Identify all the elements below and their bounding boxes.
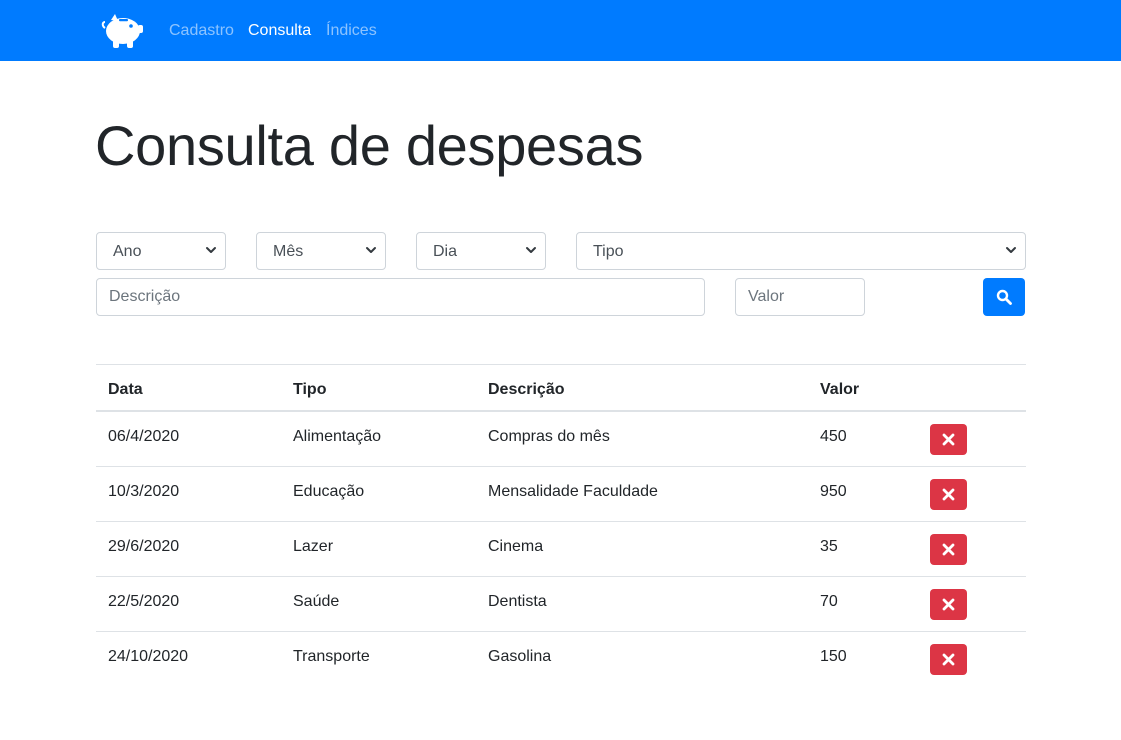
delete-button[interactable] [930,424,967,455]
header-tipo: Tipo [293,381,327,398]
times-icon [942,598,955,611]
chevron-down-icon [366,247,376,253]
page-title: Consulta de despesas [95,114,644,177]
cell-tipo: Alimentação [293,428,382,445]
times-icon [942,543,955,556]
navbar: Cadastro Consulta Índices [0,0,1121,61]
chevron-down-icon [206,247,216,253]
delete-button[interactable] [930,644,967,675]
valor-input[interactable] [735,278,865,316]
cell-descricao: Compras do mês [488,428,610,445]
cell-descricao: Dentista [488,593,547,610]
times-icon [942,433,955,446]
cell-valor: 70 [820,593,838,610]
header-descricao: Descrição [488,381,565,398]
nav-link-indices[interactable]: Índices [326,21,377,41]
cell-valor: 950 [820,483,847,500]
table-row: 10/3/2020 Educação Mensalidade Faculdade… [96,467,1026,522]
chevron-down-icon [526,247,536,253]
cell-tipo: Educação [293,483,365,500]
piggy-bank-icon[interactable] [101,11,145,49]
table-header: Data Tipo Descrição Valor [96,364,1026,412]
cell-data: 06/4/2020 [108,428,180,445]
nav-link-cadastro[interactable]: Cadastro [169,21,234,41]
cell-data: 24/10/2020 [108,648,189,665]
chevron-down-icon [1006,247,1016,253]
cell-descricao: Mensalidade Faculdade [488,483,658,500]
cell-descricao: Gasolina [488,648,552,665]
table-row: 22/5/2020 Saúde Dentista 70 [96,577,1026,632]
cell-valor: 35 [820,538,838,555]
tipo-select[interactable]: Tipo [576,232,1026,270]
ano-select-value: Ano [113,243,142,260]
descricao-input[interactable] [96,278,705,316]
expenses-table: Data Tipo Descrição Valor 06/4/2020 Alim… [96,364,1026,687]
table-row: 06/4/2020 Alimentação Compras do mês 450 [96,412,1026,467]
search-button[interactable] [983,278,1025,316]
cell-descricao: Cinema [488,538,544,555]
cell-tipo: Transporte [293,648,370,665]
delete-button[interactable] [930,534,967,565]
delete-button[interactable] [930,479,967,510]
mes-select-value: Mês [273,243,304,260]
cell-data: 29/6/2020 [108,538,180,555]
delete-button[interactable] [930,589,967,620]
cell-tipo: Saúde [293,593,340,610]
cell-data: 10/3/2020 [108,483,180,500]
dia-select-value: Dia [433,243,458,260]
tipo-select-value: Tipo [593,243,624,260]
mes-select[interactable]: Mês [256,232,386,270]
ano-select[interactable]: Ano [96,232,226,270]
cell-data: 22/5/2020 [108,593,180,610]
search-icon [996,289,1012,305]
table-row: 29/6/2020 Lazer Cinema 35 [96,522,1026,577]
cell-valor: 450 [820,428,847,445]
dia-select[interactable]: Dia [416,232,546,270]
table-row: 24/10/2020 Transporte Gasolina 150 [96,632,1026,687]
header-data: Data [108,381,143,398]
cell-tipo: Lazer [293,538,334,555]
nav-link-consulta[interactable]: Consulta [248,21,311,41]
times-icon [942,653,955,666]
header-valor: Valor [820,381,860,398]
cell-valor: 150 [820,648,847,665]
times-icon [942,488,955,501]
